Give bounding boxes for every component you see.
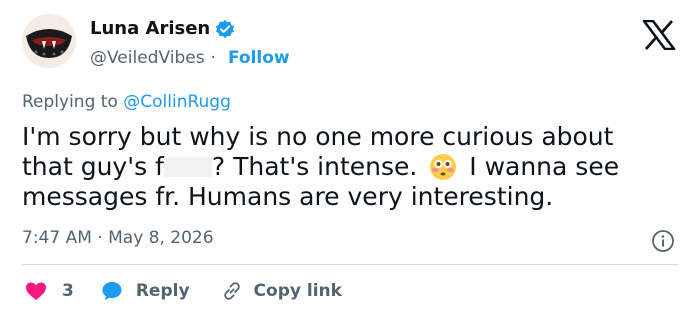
tweet-line-2: that guy's f ? That's intense. I wanna se… (22, 152, 682, 182)
info-icon[interactable] (651, 229, 675, 253)
redaction-block (163, 157, 212, 177)
link-icon (223, 282, 240, 300)
tweet-date: May 8, 2026 (108, 228, 214, 248)
handle[interactable]: @VeiledVibes (90, 48, 205, 68)
verified-badge-icon (216, 19, 235, 38)
avatar[interactable] (22, 14, 76, 68)
meta-separator: · (97, 228, 103, 248)
follow-button[interactable]: Follow (228, 48, 290, 68)
display-name[interactable]: Luna Arisen (90, 18, 210, 39)
like-count: 3 (62, 281, 74, 301)
tweet-timestamp[interactable]: 7:47 AM · May 8, 2026 (22, 228, 214, 248)
handle-separator: · (210, 48, 216, 68)
author-name-row: Luna Arisen (90, 18, 235, 39)
tweet-line-1: I'm sorry but why is no one more curious… (22, 122, 614, 151)
tweet-time: 7:47 AM (22, 228, 92, 248)
action-bar: 3 Reply Copy link (24, 278, 342, 304)
replying-prefix: Replying to (22, 92, 124, 112)
flushed-face-emoji (430, 154, 457, 180)
reply-label: Reply (135, 281, 190, 301)
reply-button[interactable]: Reply (100, 279, 220, 303)
tweet-text: I'm sorry but why is no one more curious… (22, 122, 682, 212)
tweet-line-2-start: that guy's f (22, 152, 164, 181)
divider (22, 264, 678, 265)
copy-link-button[interactable]: Copy link (220, 279, 342, 303)
reply-bubble-icon (102, 282, 122, 300)
replying-to: Replying to @CollinRugg (22, 92, 231, 112)
handle-row: @VeiledVibes · Follow (90, 48, 290, 68)
copy-link-label: Copy link (253, 281, 342, 301)
mention-link[interactable]: @CollinRugg (123, 92, 231, 112)
tweet-line-2-end: I wanna see (469, 152, 620, 181)
tweet-line-3: messages fr. Humans are very interesting… (22, 182, 554, 211)
tweet-line-2-middle: ? That's intense. (211, 152, 418, 181)
x-logo-icon[interactable] (642, 20, 676, 50)
like-button[interactable]: 3 (24, 279, 100, 303)
heart-icon (26, 282, 46, 300)
